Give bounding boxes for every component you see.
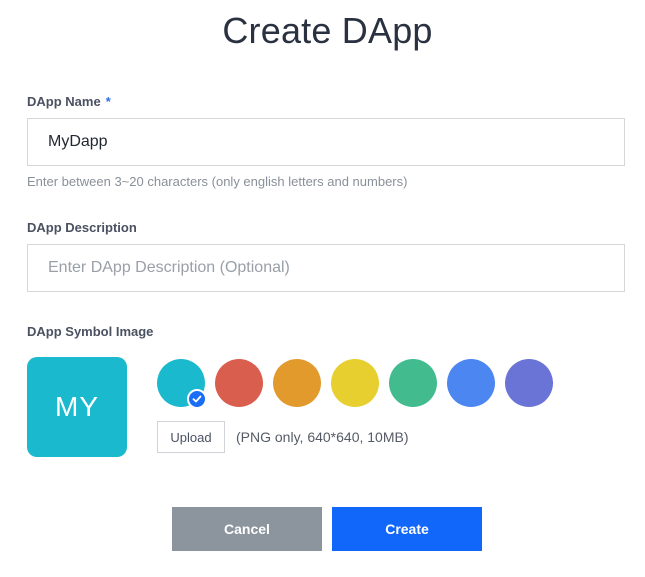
dapp-name-value: MyDapp (48, 133, 108, 150)
dapp-name-label-text: DApp Name (27, 94, 101, 109)
symbol-preview: MY (27, 357, 127, 457)
dapp-name-label: DApp Name * (27, 94, 111, 109)
cancel-button[interactable]: Cancel (172, 507, 322, 551)
upload-note: (PNG only, 640*640, 10MB) (236, 429, 409, 445)
dapp-description-label: DApp Description (27, 220, 137, 235)
dapp-description-placeholder: Enter DApp Description (Optional) (48, 259, 290, 276)
create-button[interactable]: Create (332, 507, 482, 551)
required-mark: * (105, 94, 111, 109)
color-swatch[interactable] (215, 359, 263, 407)
color-swatch[interactable] (447, 359, 495, 407)
color-swatch[interactable] (389, 359, 437, 407)
dapp-name-hint: Enter between 3~20 characters (only engl… (27, 174, 408, 189)
check-icon (187, 389, 207, 409)
dapp-symbol-label: DApp Symbol Image (27, 324, 154, 339)
color-swatch-list (157, 359, 553, 409)
color-swatch[interactable] (331, 359, 379, 407)
color-swatch[interactable] (273, 359, 321, 407)
upload-button[interactable]: Upload (157, 421, 225, 453)
color-swatch[interactable] (157, 359, 207, 409)
dapp-name-input[interactable]: MyDapp (27, 118, 625, 166)
page-title: Create DApp (222, 10, 433, 51)
dapp-description-input[interactable]: Enter DApp Description (Optional) (27, 244, 625, 292)
color-swatch[interactable] (505, 359, 553, 407)
